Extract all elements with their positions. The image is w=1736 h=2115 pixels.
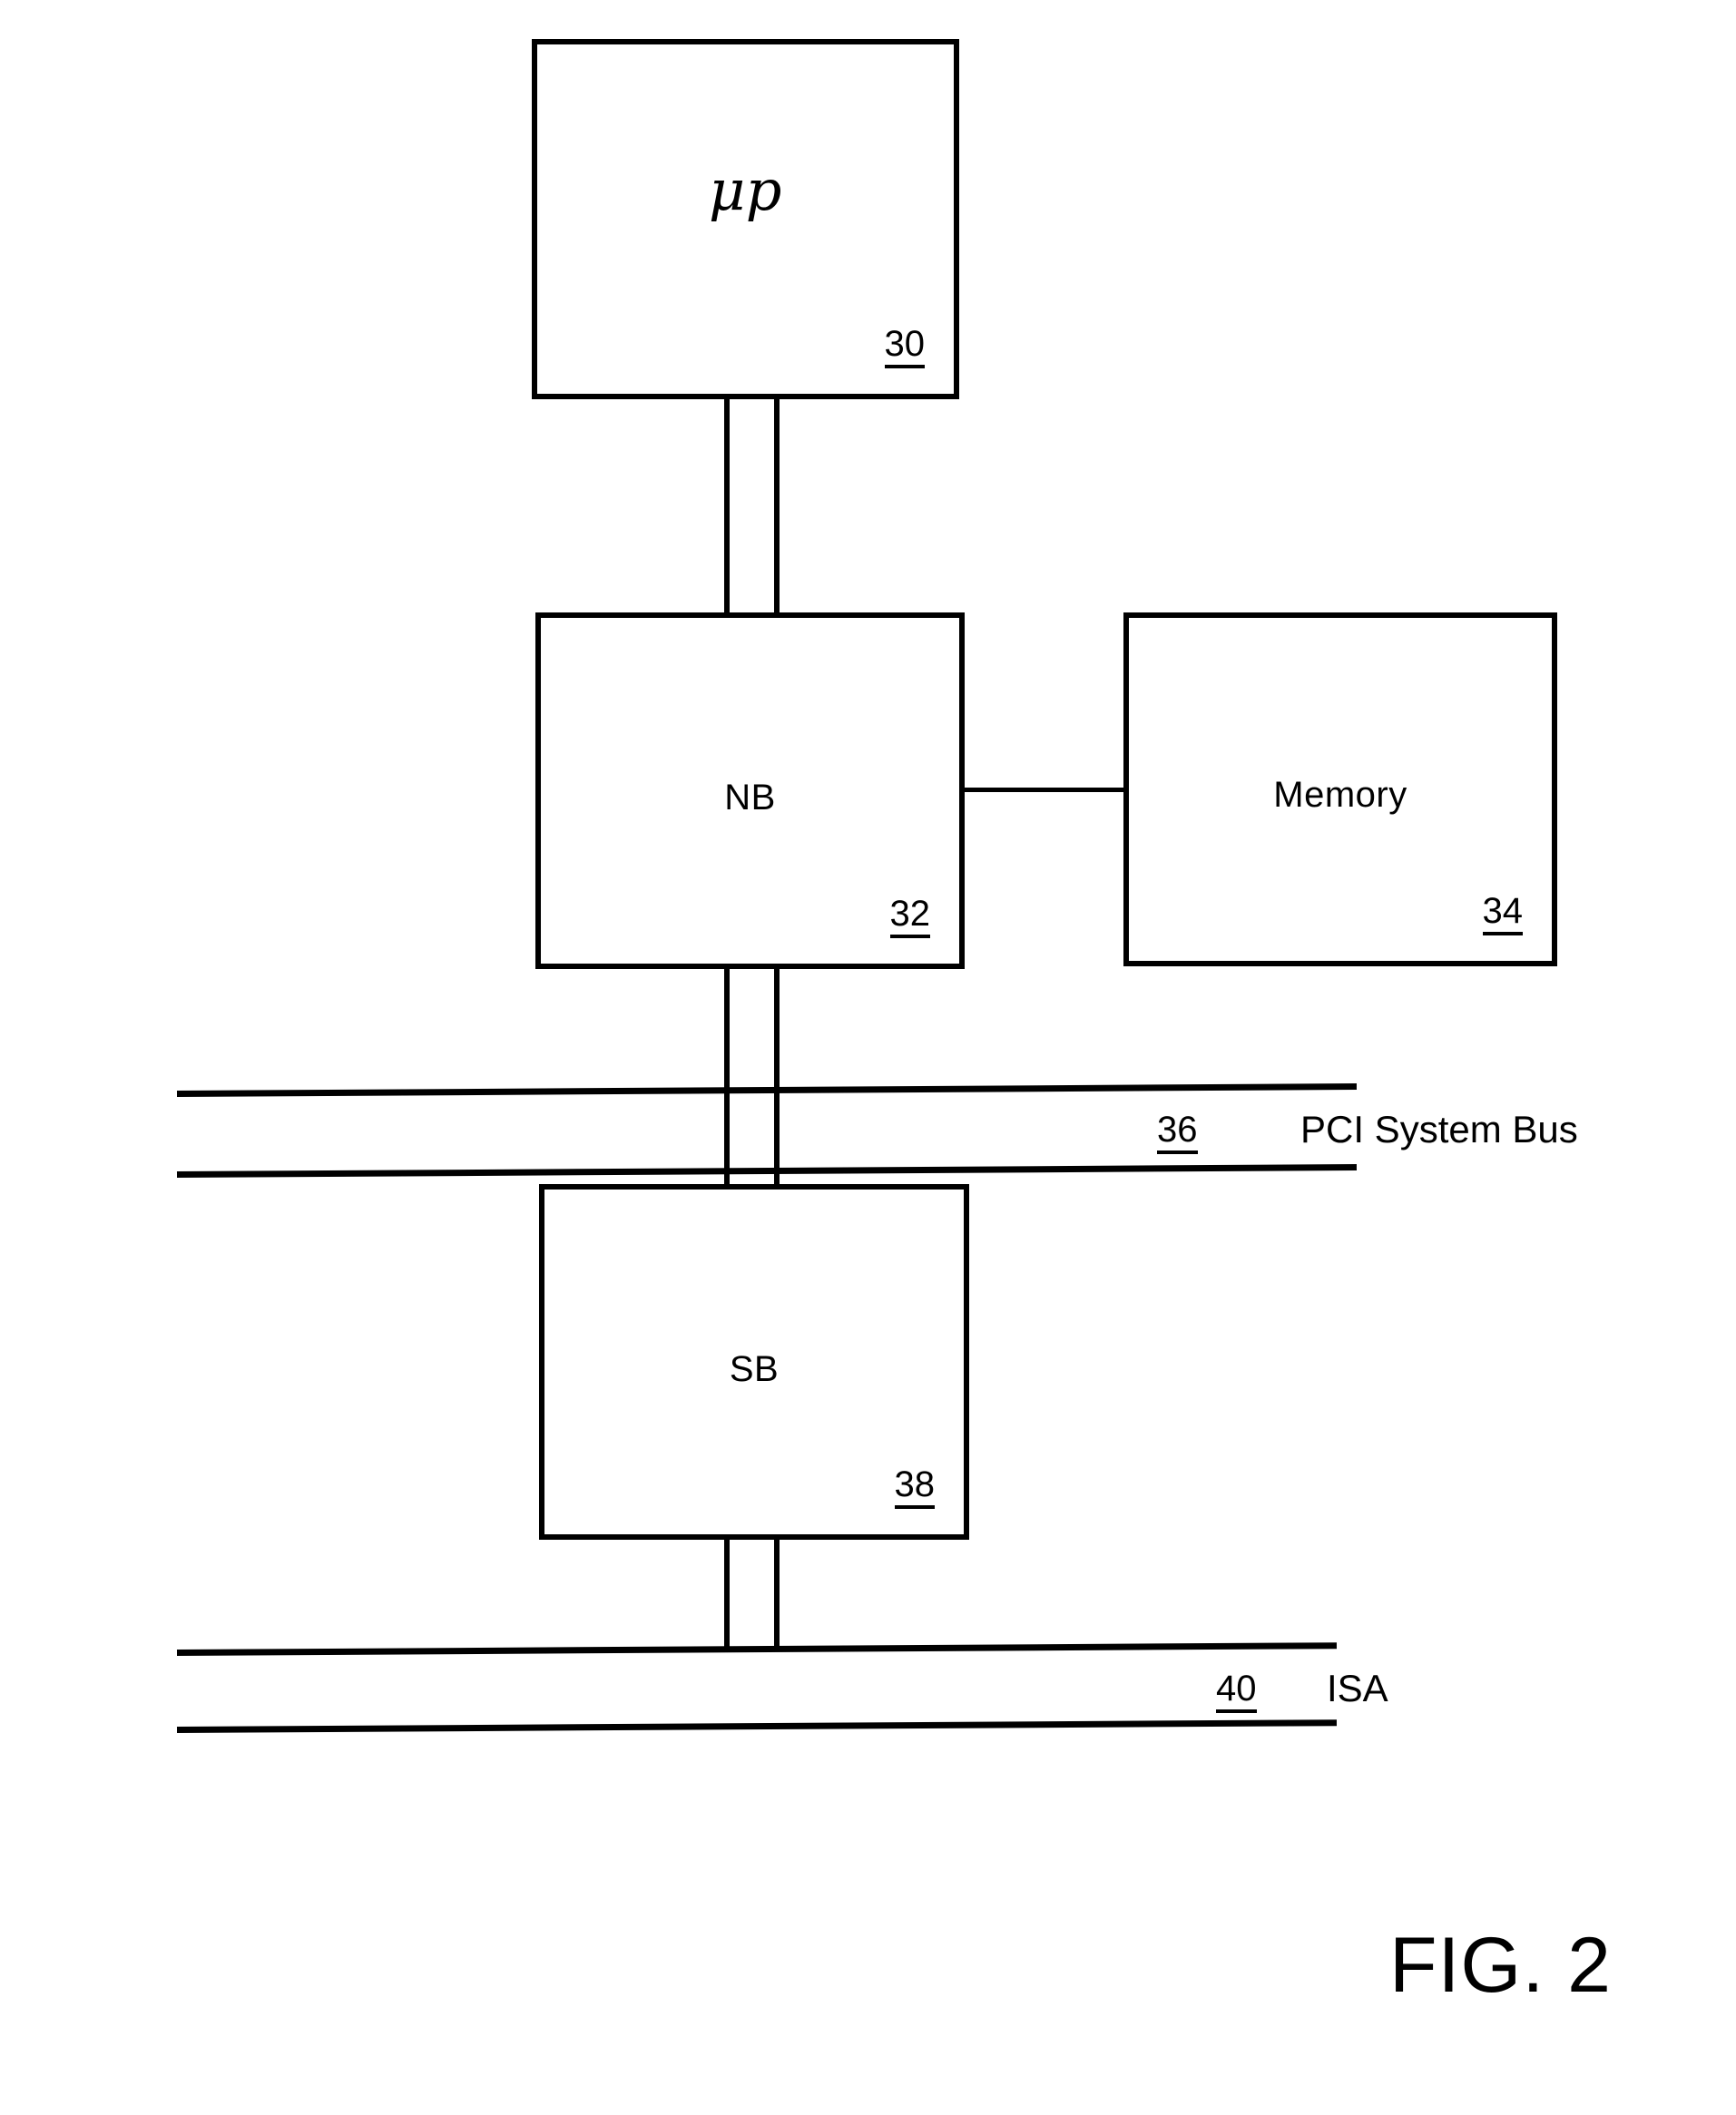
connector-mp-to-nb [724, 397, 780, 616]
block-microprocessor: μp 30 [532, 39, 959, 399]
reference-numeral-38: 38 [894, 1466, 935, 1509]
reference-numeral-32: 32 [889, 896, 930, 938]
patent-figure: μp 30 NB 32 Memory 34 36 PCI System Bus … [0, 0, 1736, 2115]
isa-bus-label: ISA [1327, 1667, 1388, 1709]
connector-nb-to-sb [724, 965, 780, 1188]
connector-sb-to-isa [724, 1536, 780, 1650]
reference-numeral-30: 30 [884, 326, 925, 368]
block-label-microprocessor: μp [709, 157, 782, 223]
pci-bus-label: PCI System Bus [1300, 1108, 1578, 1151]
block-label-memory: Memory [1273, 775, 1407, 815]
connector-nb-to-memory [960, 788, 1128, 792]
block-label-north-bridge: NB [724, 778, 776, 818]
isa-bus-line-bottom [176, 1719, 1337, 1733]
block-south-bridge: SB 38 [539, 1184, 969, 1540]
figure-caption: FIG. 2 [1389, 1922, 1612, 2009]
reference-numeral-34: 34 [1482, 893, 1523, 935]
block-label-south-bridge: SB [729, 1349, 780, 1389]
reference-numeral-40: 40 [1216, 1670, 1257, 1713]
block-memory: Memory 34 [1123, 612, 1557, 966]
block-north-bridge: NB 32 [535, 612, 965, 969]
reference-numeral-36: 36 [1157, 1111, 1198, 1154]
